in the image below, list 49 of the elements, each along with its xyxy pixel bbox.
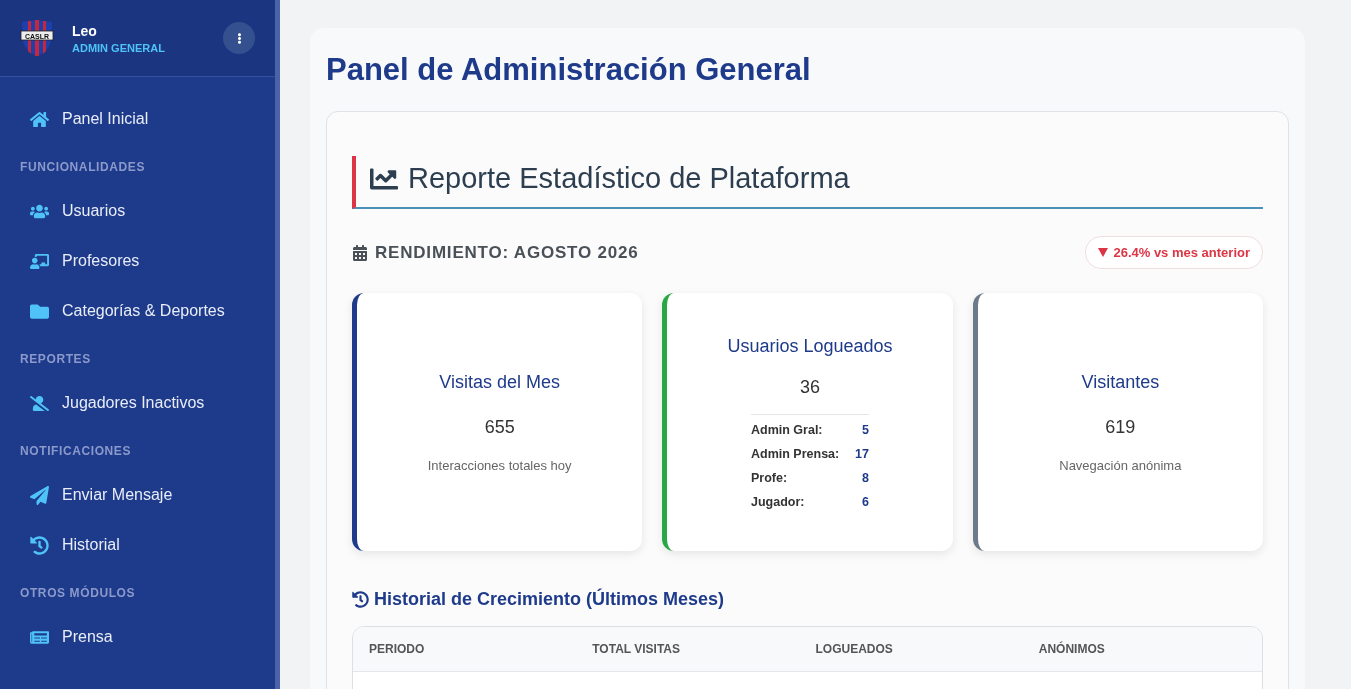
nav-item[interactable]: Profesores bbox=[0, 236, 275, 286]
folder-icon bbox=[29, 301, 49, 321]
nav-item[interactable]: Categorías & Deportes bbox=[0, 286, 275, 336]
column-header: PERIODO bbox=[369, 642, 426, 656]
stat-value: 655 bbox=[484, 416, 515, 438]
report-title: Reporte Estadístico de Plataforma bbox=[408, 162, 850, 195]
breakdown-label: Admin Gral: bbox=[751, 422, 824, 437]
nav-item[interactable]: Enviar Mensaje bbox=[0, 470, 275, 520]
user-name: Leo bbox=[72, 22, 98, 39]
column-header: LOGUEADOS bbox=[815, 642, 894, 656]
nav-section-heading: FUNCIONALIDADES bbox=[19, 159, 146, 176]
down-triangle-icon bbox=[1098, 248, 1109, 257]
home-icon bbox=[29, 109, 49, 129]
stat-caption: Interacciones totales hoy bbox=[427, 457, 572, 473]
stat-title: Visitantes bbox=[1081, 371, 1160, 393]
breakdown-label: Profe: bbox=[751, 470, 789, 485]
stat-title: Usuarios Logueados bbox=[727, 335, 893, 357]
breakdown-value: 5 bbox=[861, 422, 869, 437]
column-header: ANÓNIMOS bbox=[1038, 642, 1106, 656]
user-slash-icon bbox=[29, 393, 49, 413]
nav-section-heading: NOTIFICACIONES bbox=[19, 443, 133, 460]
column-header: TOTAL VISITAS bbox=[592, 642, 682, 656]
history-icon bbox=[352, 591, 369, 608]
breakdown-label: Admin Prensa: bbox=[751, 446, 841, 461]
more-options-button[interactable] bbox=[223, 22, 255, 54]
trend-text: 26.4% vs mes anterior bbox=[1113, 245, 1250, 260]
nav-item[interactable]: Jugadores Inactivos bbox=[0, 378, 275, 428]
breakdown-label: Jugador: bbox=[751, 494, 806, 509]
nav-item[interactable]: Usuarios bbox=[0, 186, 275, 236]
history-icon bbox=[29, 535, 49, 555]
nav-section-heading: REPORTES bbox=[19, 351, 92, 368]
calendar-icon bbox=[352, 244, 368, 261]
teacher-icon bbox=[29, 251, 49, 271]
period-label: RENDIMIENTO: AGOSTO 2026 bbox=[375, 242, 639, 263]
stat-value: 619 bbox=[1105, 416, 1136, 438]
breakdown-value: 8 bbox=[861, 470, 869, 485]
breakdown-value: 6 bbox=[861, 494, 869, 509]
nav-item[interactable]: Historial bbox=[0, 520, 275, 570]
stat-value: 36 bbox=[799, 376, 820, 398]
user-role: ADMIN GENERAL bbox=[72, 41, 166, 54]
stat-title: Visitas del Mes bbox=[439, 371, 560, 393]
page-title: Panel de Administración General bbox=[326, 52, 812, 88]
section-title: Historial de Crecimiento (Últimos Meses) bbox=[374, 589, 725, 610]
paper-plane-icon bbox=[29, 485, 49, 505]
nav-item[interactable]: Prensa bbox=[0, 612, 275, 662]
breakdown-value: 17 bbox=[854, 446, 869, 461]
nav-item[interactable]: Panel Inicial bbox=[0, 94, 275, 144]
stat-caption: Navegación anónima bbox=[1059, 457, 1182, 473]
nav-section-heading: OTROS MÓDULOS bbox=[19, 584, 137, 602]
